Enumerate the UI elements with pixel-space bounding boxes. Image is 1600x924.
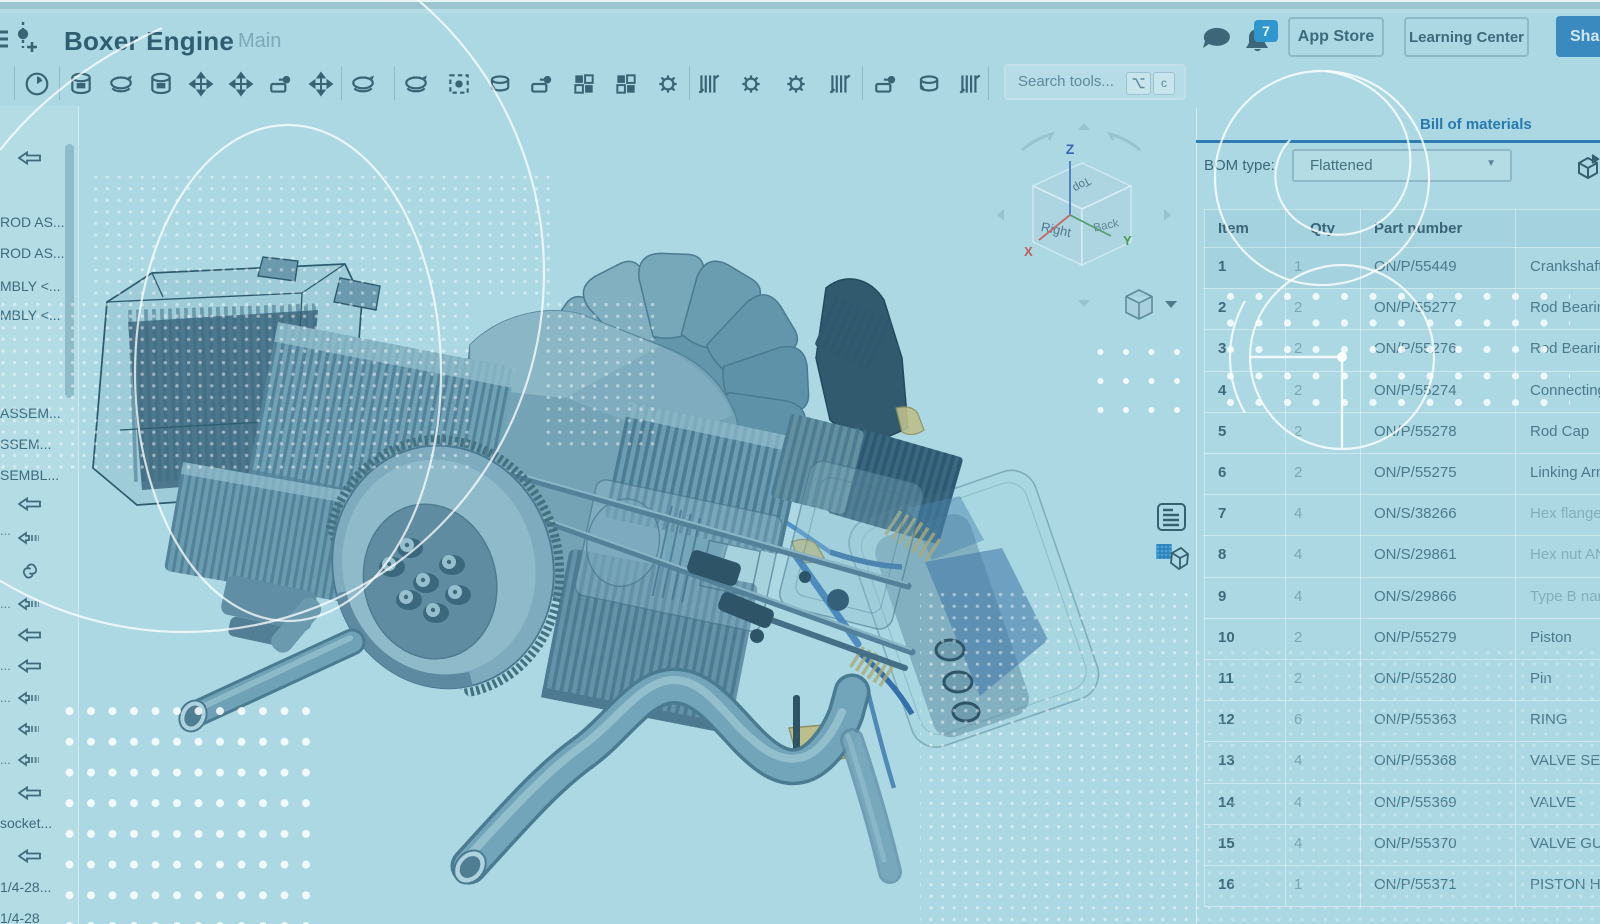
svg-text:Y: Y — [1123, 233, 1132, 248]
svg-text:Z: Z — [1066, 141, 1075, 157]
svg-text:X: X — [1024, 244, 1033, 259]
